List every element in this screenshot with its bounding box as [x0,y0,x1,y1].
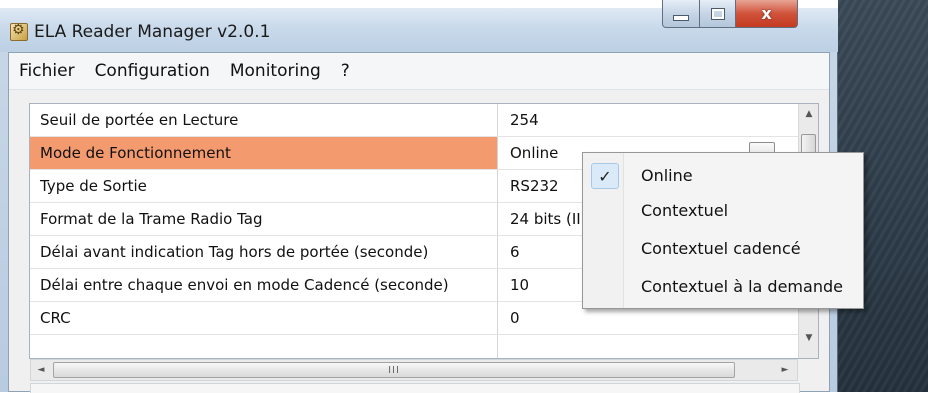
minimize-icon [673,14,689,21]
scroll-left-icon[interactable]: ◄ [31,360,51,380]
property-name: Délai entre chaque envoi en mode Cadencé… [30,269,498,301]
property-name: CRC [30,302,498,334]
property-name: Mode de Fonctionnement [30,137,498,169]
menu-fichier[interactable]: Fichier [9,61,85,81]
scroll-up-icon[interactable]: ▲ [799,104,819,124]
mode-dropdown-menu: ✓ Online Contextuel Contextuel cadencé C… [582,152,864,309]
dropdown-option-label: Online [641,166,693,185]
menu-monitoring[interactable]: Monitoring [220,61,331,81]
dropdown-option-label: Contextuel [641,201,729,220]
property-name: Seuil de portée en Lecture [30,104,498,136]
property-value[interactable]: 254 [498,104,798,136]
minimize-button[interactable] [662,0,700,28]
dropdown-option-label: Contextuel à la demande [641,277,843,296]
grid-row-partial [30,335,798,358]
property-name: Type de Sortie [30,170,498,202]
scroll-down-icon[interactable]: ▼ [799,328,819,348]
dropdown-option-online[interactable]: ✓ Online [585,159,861,193]
caption-buttons: x [662,0,798,28]
scroll-right-icon[interactable]: ► [775,360,795,380]
property-name-empty [30,335,498,358]
menu-help[interactable]: ? [331,61,360,81]
close-icon: x [761,4,772,23]
close-button[interactable]: x [736,0,798,28]
window-title: ELA Reader Manager v2.0.1 [34,22,271,42]
maximize-button[interactable] [700,0,736,28]
property-name: Délai avant indication Tag hors de porté… [30,236,498,268]
title-bar[interactable]: ELA Reader Manager v2.0.1 x [0,0,838,52]
maximize-icon [710,7,725,20]
horizontal-scroll-thumb[interactable]: III [53,362,735,378]
app-icon [10,22,28,41]
grip-icon: III [388,364,400,376]
dropdown-option-contextuel[interactable]: Contextuel [585,194,861,228]
grid-row[interactable]: Seuil de portée en Lecture 254 [30,104,798,137]
horizontal-scrollbar[interactable]: ◄ III ► [30,359,798,381]
property-name: Format de la Trame Radio Tag [30,203,498,235]
menu-bar: Fichier Configuration Monitoring ? [9,53,829,90]
menu-configuration[interactable]: Configuration [85,61,220,81]
dropdown-option-contextuel-a-la-demande[interactable]: Contextuel à la demande [585,270,861,304]
check-icon: ✓ [591,163,619,189]
dropdown-option-label: Contextuel cadencé [641,239,801,258]
dropdown-option-contextuel-cadence[interactable]: Contextuel cadencé [585,232,861,266]
